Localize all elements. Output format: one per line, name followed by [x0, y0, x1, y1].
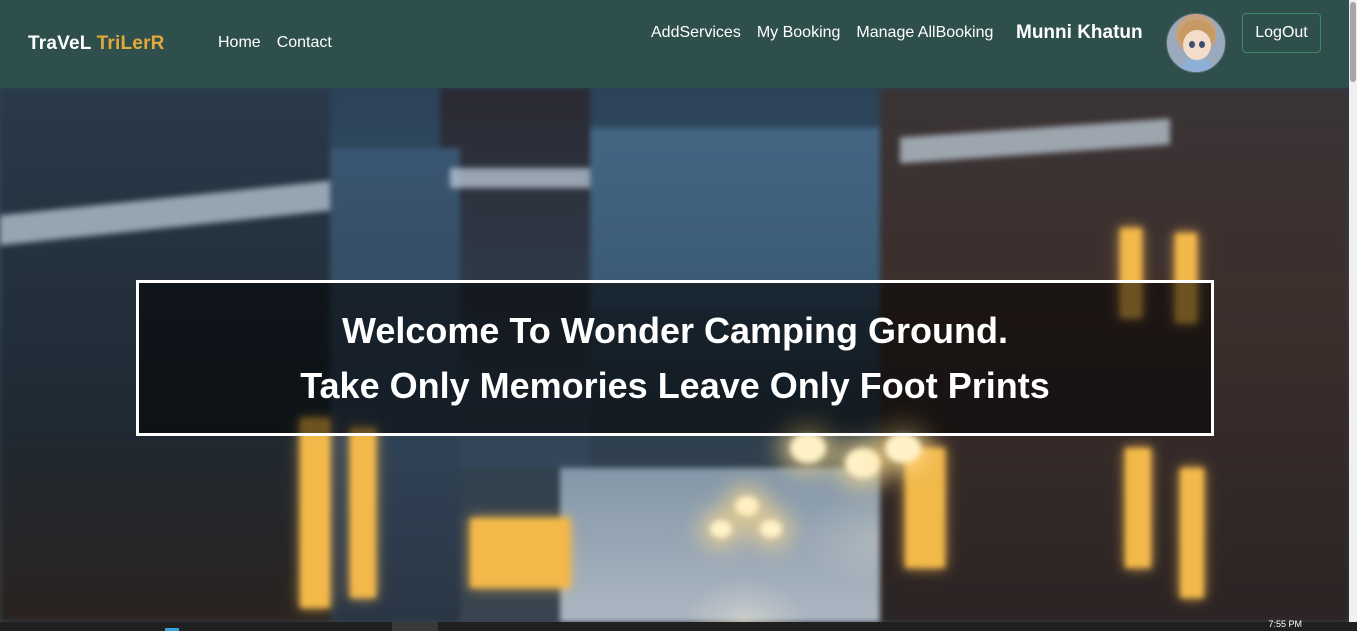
taskbar-clock: 7:55 PM: [1268, 619, 1302, 629]
hero-banner: Welcome To Wonder Camping Ground. Take O…: [0, 88, 1349, 622]
nav-right: AddServices My Booking Manage AllBooking: [651, 24, 993, 42]
nav-link-home[interactable]: Home: [218, 34, 261, 52]
user-name: Munni Khatun: [1016, 22, 1143, 43]
nav-link-manage-all-booking[interactable]: Manage AllBooking: [856, 24, 993, 42]
brand-logo[interactable]: TraVeL TriLerR: [28, 33, 165, 55]
os-taskbar: 7:55 PM: [0, 619, 1357, 631]
brand-part2: TriLerR: [96, 33, 165, 54]
hero-tagline-box: Welcome To Wonder Camping Ground. Take O…: [136, 280, 1214, 436]
nav-link-my-booking[interactable]: My Booking: [757, 24, 841, 42]
nav-left: Home Contact: [218, 34, 332, 52]
avatar[interactable]: [1166, 13, 1226, 73]
logout-button[interactable]: LogOut: [1242, 13, 1321, 53]
nav-link-add-services[interactable]: AddServices: [651, 24, 741, 42]
hero-heading: Welcome To Wonder Camping Ground.: [341, 310, 1009, 351]
nav-link-contact[interactable]: Contact: [277, 34, 332, 52]
taskbar-active-app[interactable]: [392, 622, 438, 631]
hero-subheading: Take Only Memories Leave Only Foot Print…: [300, 365, 1050, 406]
page-scrollbar[interactable]: [1349, 0, 1357, 622]
navbar: TraVeL TriLerR Home Contact AddServices …: [0, 0, 1349, 88]
scrollbar-thumb[interactable]: [1350, 2, 1356, 82]
brand-part1: TraVeL: [28, 33, 92, 54]
